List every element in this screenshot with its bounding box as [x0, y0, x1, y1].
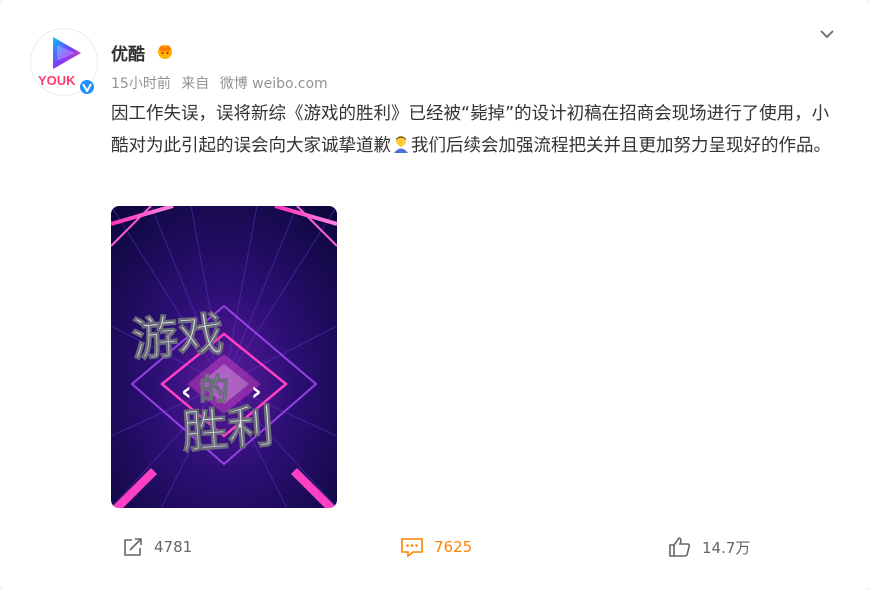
post-meta: 15小时前 来自 微博 weibo.com [111, 73, 334, 93]
post-source-prefix: 来自 [181, 76, 210, 92]
post-text-part2: 我们后续会加强流程把关并且更加努力呈现好的作品。 [411, 136, 831, 156]
weibo-post-card: YOUK 优酷 15小时前 来自 微博 weibo.com 因工作失误，误将新综… [0, 0, 870, 590]
comment-count: 7625 [434, 538, 473, 556]
poster-title-line3: 胜利 [180, 399, 276, 459]
poster-title-line1: 游戏 [130, 307, 226, 367]
poster-graphic: 游戏 的 胜利 ‹ › [111, 206, 337, 508]
chevron-down-icon[interactable] [817, 24, 837, 44]
poster-left-chevron-icon: ‹ [181, 377, 192, 407]
like-button[interactable]: 14.7万 [668, 534, 750, 560]
post-content: 因工作失误，误将新综《游戏的胜利》已经被“毙掉”的设计初稿在招商会现场进行了使用… [111, 98, 846, 162]
like-count: 14.7万 [702, 538, 751, 557]
comment-icon [401, 538, 423, 558]
verified-badge-icon [78, 78, 96, 96]
bowing-emoji-icon [394, 136, 408, 153]
repost-button[interactable]: 4781 [122, 534, 192, 560]
svg-text:YOUK: YOUK [38, 73, 76, 88]
post-image[interactable]: 游戏 的 胜利 ‹ › [111, 206, 337, 508]
post-time[interactable]: 15小时前 [111, 76, 171, 92]
action-bar: 4781 7625 14.7万 [0, 522, 870, 572]
repost-icon [124, 538, 142, 556]
author-name[interactable]: 优酷 [111, 40, 145, 65]
repost-count: 4781 [154, 538, 193, 556]
poster-right-chevron-icon: › [251, 377, 262, 407]
post-source: 微博 weibo.com [219, 76, 328, 92]
vip-crown-icon [158, 45, 172, 59]
like-icon [669, 537, 691, 557]
comment-button[interactable]: 7625 [400, 534, 472, 560]
